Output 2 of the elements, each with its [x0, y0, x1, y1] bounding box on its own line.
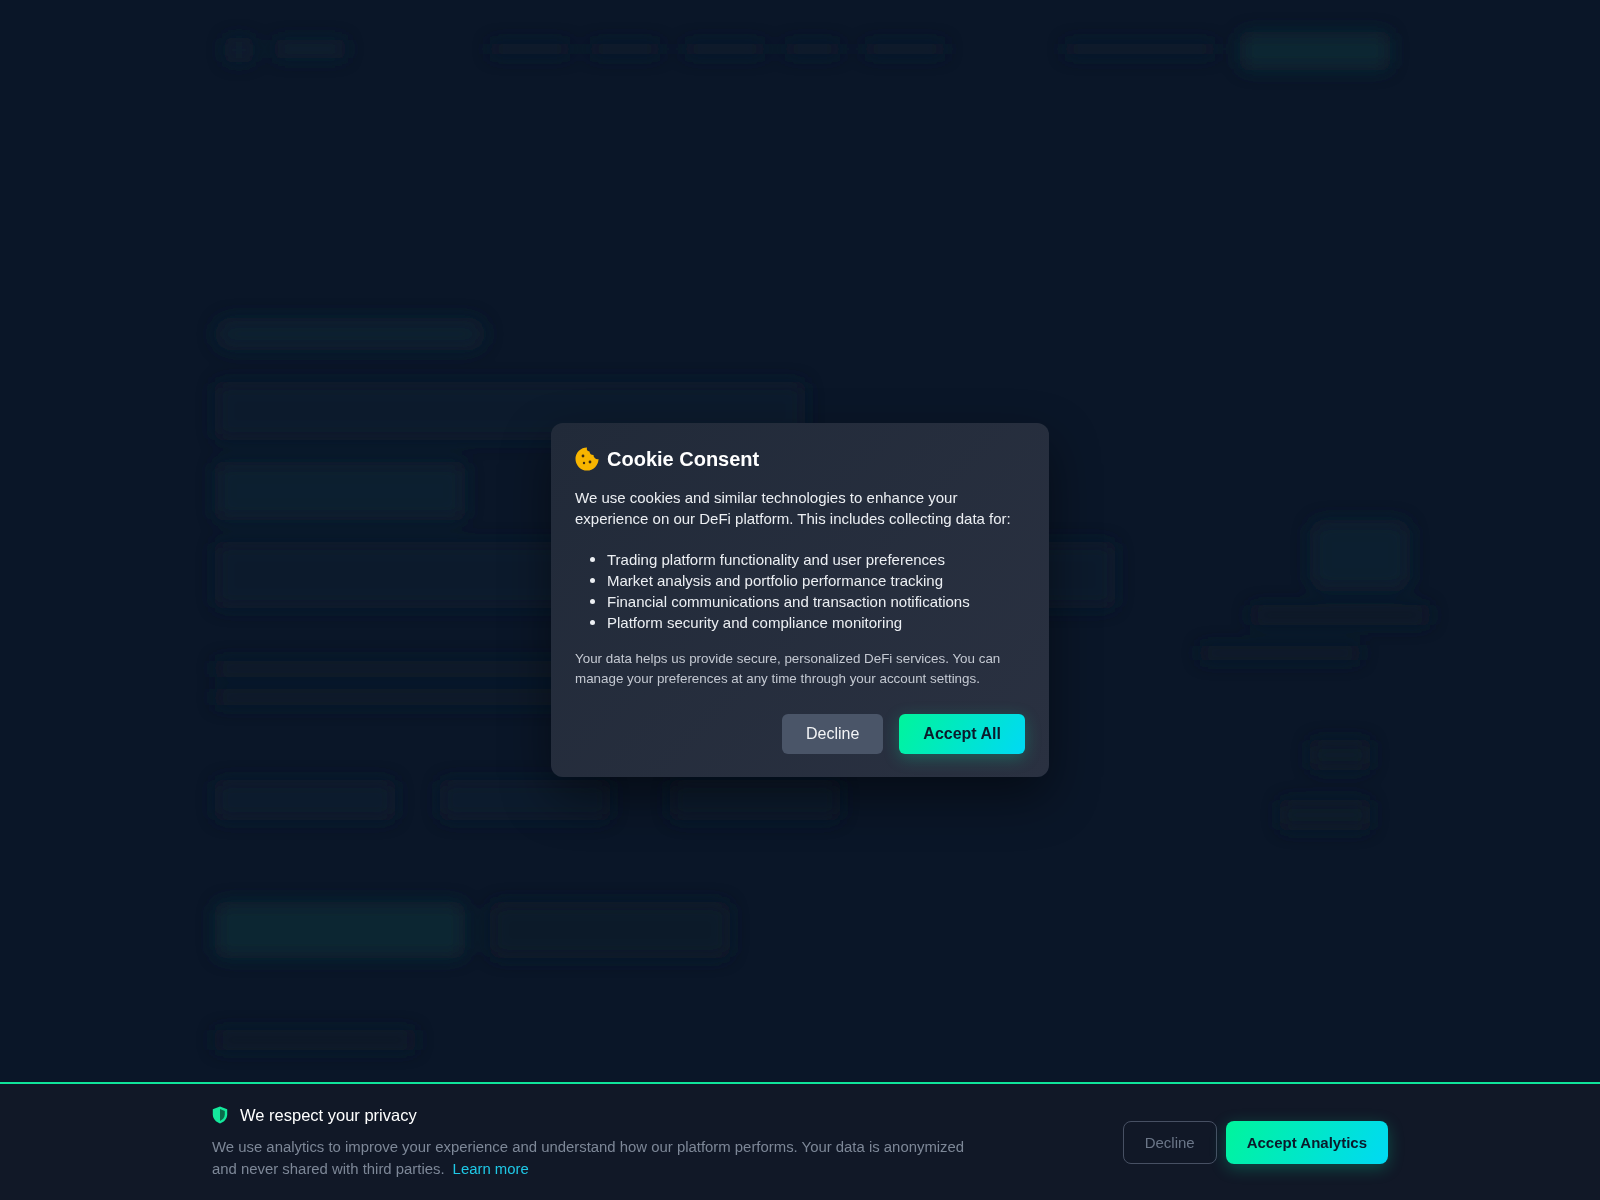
banner-text: We use analytics to improve your experience and understand how our platform performs. Your data is anonymized and never shared with third parties. Learn more — [212, 1137, 966, 1179]
banner-title: We respect your privacy — [240, 1104, 417, 1126]
